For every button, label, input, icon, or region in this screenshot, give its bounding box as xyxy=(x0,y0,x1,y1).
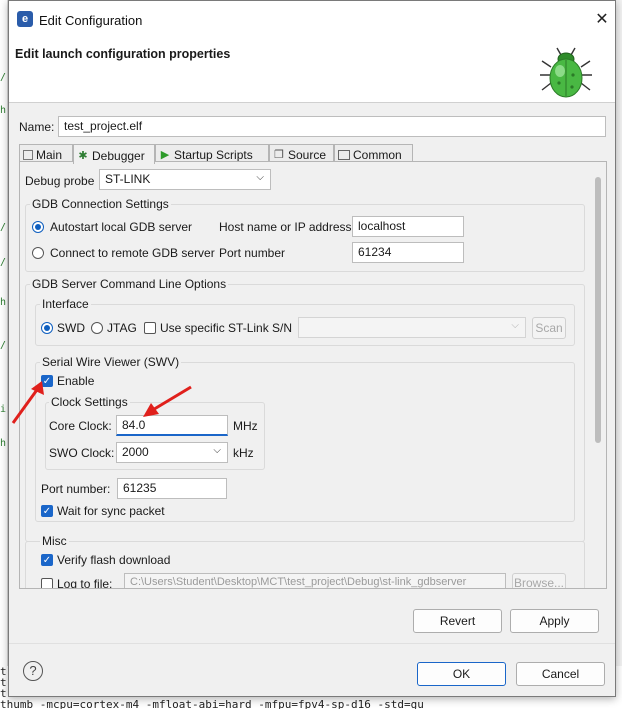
tab-label: Debugger xyxy=(92,148,145,163)
core-clock-unit: MHz xyxy=(233,419,258,433)
main-icon xyxy=(23,150,33,160)
chevron-down-icon: ⌵ xyxy=(213,445,221,456)
background-text: h xyxy=(0,438,7,449)
gdb-port-field[interactable]: 61234 xyxy=(352,242,464,263)
annotation-arrow-core-clock xyxy=(143,385,192,417)
scan-button[interactable]: Scan xyxy=(532,317,566,339)
swd-radio[interactable] xyxy=(41,322,53,334)
remote-label: Connect to remote GDB server xyxy=(50,246,215,260)
swo-clock-label: SWO Clock: xyxy=(49,446,115,460)
background-editor-gutter: / h / h / / i h xyxy=(0,0,8,709)
help-icon[interactable]: ? xyxy=(23,661,43,681)
source-icon: ❐ xyxy=(274,149,284,161)
autostart-radio[interactable] xyxy=(32,221,44,233)
apply-button[interactable]: Apply xyxy=(510,609,599,633)
host-label: Host name or IP address xyxy=(219,220,352,234)
name-field[interactable]: test_project.elf xyxy=(58,116,606,137)
footer-separator xyxy=(9,643,615,644)
gdb-connection-group xyxy=(25,204,585,272)
tab-label: Common xyxy=(353,148,402,162)
eclipse-icon: e xyxy=(17,11,33,27)
tab-label: Startup Scripts xyxy=(174,148,253,162)
background-text: / xyxy=(0,340,7,351)
gdb-server-options-title: GDB Server Command Line Options xyxy=(30,277,229,291)
gdb-connection-title: GDB Connection Settings xyxy=(30,197,171,211)
header-title: Edit launch configuration properties xyxy=(15,47,231,61)
remote-radio[interactable] xyxy=(32,247,44,259)
debugger-icon: ✱ xyxy=(78,149,88,162)
scrollbar[interactable] xyxy=(595,177,601,443)
chevron-down-icon: ⌵ xyxy=(256,172,264,183)
play-icon: ▶ xyxy=(160,149,170,161)
stlink-sn-select[interactable]: ⌵ xyxy=(298,317,526,338)
clock-settings-title: Clock Settings xyxy=(49,395,130,409)
host-field[interactable]: localhost xyxy=(352,216,464,237)
name-label: Name: xyxy=(19,120,55,134)
verify-flash-checkbox[interactable]: ✓ xyxy=(41,554,53,566)
autostart-label: Autostart local GDB server xyxy=(50,220,193,234)
specific-stlink-checkbox[interactable] xyxy=(144,322,156,334)
background-text: h xyxy=(0,297,7,308)
tab-debugger[interactable]: ✱ Debugger xyxy=(73,144,155,164)
wait-sync-label: Wait for sync packet xyxy=(57,504,165,518)
log-path-field[interactable]: C:\Users\Student\Desktop\MCT\test_projec… xyxy=(124,573,506,588)
swv-title: Serial Wire Viewer (SWV) xyxy=(40,355,182,369)
wait-sync-checkbox[interactable]: ✓ xyxy=(41,505,53,517)
title-bar[interactable]: e Edit Configuration ✕ xyxy=(9,1,615,39)
chevron-down-icon: ⌵ xyxy=(511,320,519,331)
background-text: / xyxy=(0,222,7,233)
verify-flash-label: Verify flash download xyxy=(57,553,171,567)
bug-icon xyxy=(540,47,592,98)
swd-label: SWD xyxy=(57,321,85,335)
debug-probe-label: Debug probe xyxy=(25,174,95,188)
background-text: i xyxy=(0,404,7,415)
specific-stlink-label: Use specific ST-Link S/N xyxy=(160,321,293,335)
common-icon xyxy=(338,150,350,160)
annotation-arrow-enable xyxy=(11,381,44,424)
debugger-tab-panel: Debug probe ST-LINK ⌵ GDB Connection Set… xyxy=(19,161,607,589)
console-line: thumb -mcpu=cortex-m4 -mfloat-abi=hard -… xyxy=(0,698,424,709)
background-text: / xyxy=(0,72,7,83)
log-to-file-label: Log to file: xyxy=(57,577,113,589)
close-icon[interactable]: ✕ xyxy=(593,11,611,29)
edit-configuration-dialog: e Edit Configuration ✕ Edit launch confi… xyxy=(8,0,616,697)
interface-title: Interface xyxy=(40,297,91,311)
misc-title: Misc xyxy=(40,534,69,548)
jtag-label: JTAG xyxy=(107,321,137,335)
swo-clock-unit: kHz xyxy=(233,446,254,460)
revert-button[interactable]: Revert xyxy=(413,609,502,633)
background-text: / xyxy=(0,257,7,268)
core-clock-label: Core Clock: xyxy=(49,419,112,433)
cancel-button[interactable]: Cancel xyxy=(516,662,605,686)
jtag-radio[interactable] xyxy=(91,322,103,334)
debug-probe-select[interactable]: ST-LINK ⌵ xyxy=(99,169,271,190)
debug-probe-value: ST-LINK xyxy=(105,172,151,186)
swo-clock-value: 2000 xyxy=(122,445,149,459)
window-title: Edit Configuration xyxy=(39,13,143,28)
browse-button[interactable]: Browse... xyxy=(512,573,566,588)
background-text: h xyxy=(0,105,7,116)
swv-port-label: Port number: xyxy=(41,482,111,496)
tab-label: Main xyxy=(36,148,63,162)
swv-enable-label: Enable xyxy=(57,374,95,388)
tab-label: Source xyxy=(288,148,327,162)
swo-clock-select[interactable]: 2000 ⌵ xyxy=(116,442,228,463)
log-to-file-checkbox[interactable] xyxy=(41,578,53,588)
swv-port-field[interactable]: 61235 xyxy=(117,478,227,499)
gdb-port-label: Port number xyxy=(219,246,286,260)
dialog-header: Edit launch configuration properties xyxy=(9,39,615,103)
ok-button[interactable]: OK xyxy=(417,662,506,686)
